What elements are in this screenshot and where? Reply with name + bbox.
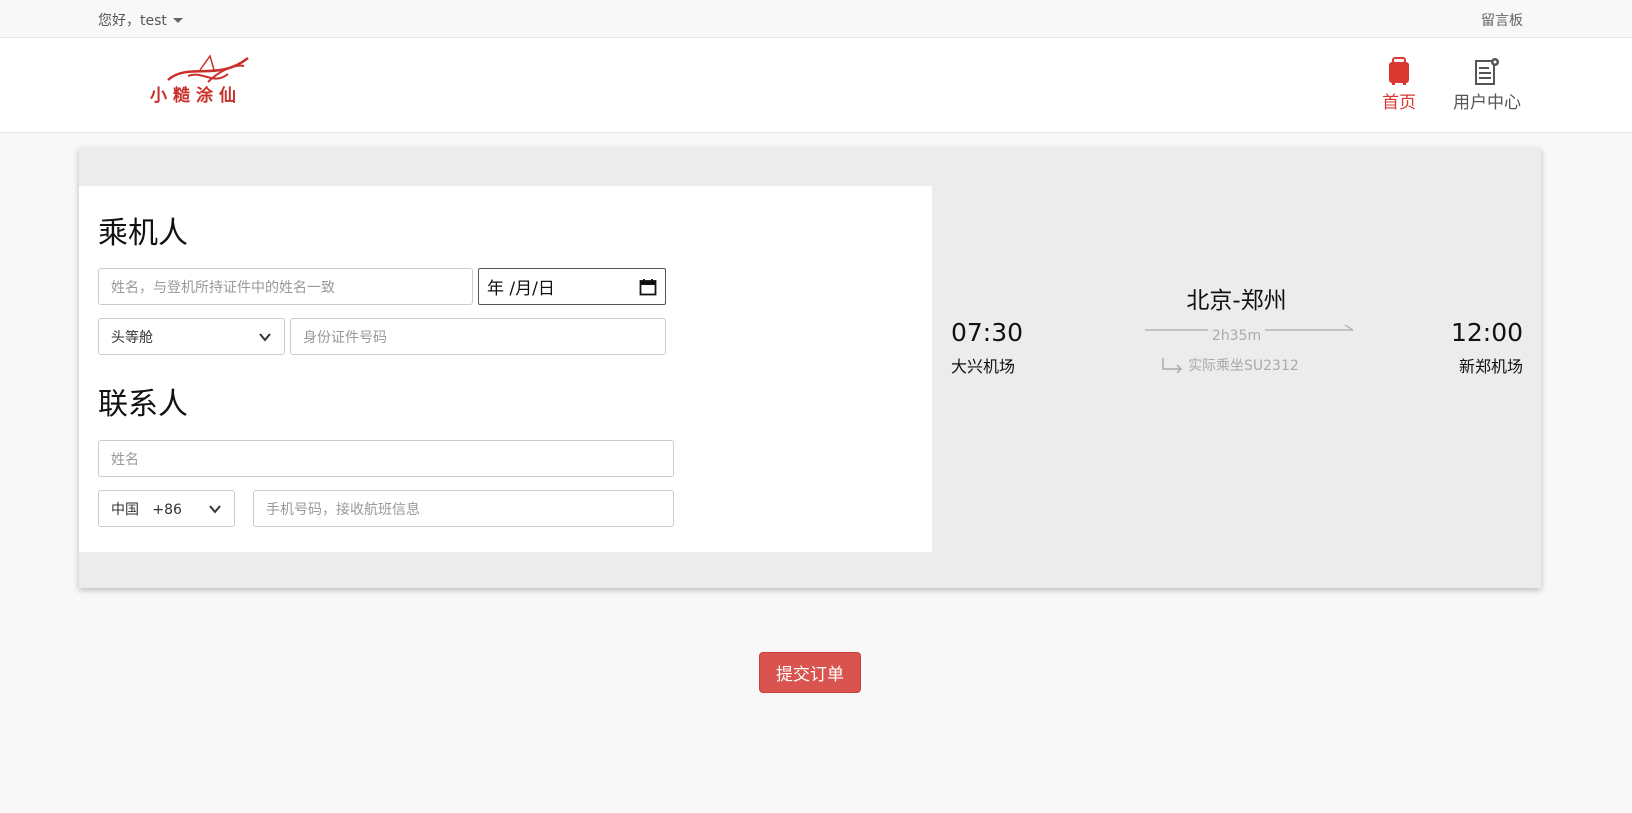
passenger-name-input[interactable]: 姓名，与登机所持证件中的姓名一致 — [98, 268, 473, 305]
phone-input[interactable]: 手机号码，接收航班信息 — [253, 490, 674, 527]
site-header: 小糙涂仙 首页 用户中心 — [0, 38, 1632, 133]
chevron-down-icon — [209, 504, 221, 514]
top-bar: 您好，test 留言板 — [0, 0, 1632, 38]
birth-date-value: 年 /月/日 — [487, 279, 555, 299]
booking-card: 乘机人 姓名，与登机所持证件中的姓名一致 年 /月/日 头等舱 身份证件号码 联… — [79, 148, 1541, 588]
country-code-value: 中国 +86 — [111, 501, 182, 518]
calendar-icon[interactable] — [639, 278, 657, 296]
suitcase-icon — [1389, 57, 1409, 85]
arrival-airport: 新郑机场 — [1458, 357, 1523, 376]
country-code-select[interactable]: 中国 +86 — [98, 490, 235, 527]
cabin-select[interactable]: 头等舱 — [98, 318, 285, 355]
nav-home[interactable]: 首页 — [1377, 56, 1421, 113]
user-center-icon — [1475, 58, 1499, 85]
submit-order-button[interactable]: 提交订单 — [759, 652, 861, 693]
flight-duration-wrap: 2h35m — [932, 328, 1541, 344]
nav-user-center-label: 用户中心 — [1453, 93, 1521, 113]
nav-home-label: 首页 — [1382, 93, 1416, 113]
cabin-value: 头等舱 — [111, 329, 153, 346]
operated-by-text: 实际乘坐SU2312 — [1188, 358, 1299, 374]
id-number-input[interactable]: 身份证件号码 — [290, 318, 666, 355]
message-board-link[interactable]: 留言板 — [1481, 10, 1523, 30]
flight-route: 北京-郑州 — [1186, 288, 1287, 314]
greeting-text: 您好，test — [98, 13, 167, 29]
birth-date-input[interactable]: 年 /月/日 — [478, 268, 666, 305]
caret-down-icon — [172, 17, 183, 23]
chevron-down-icon — [259, 332, 271, 342]
flight-duration: 2h35m — [1207, 328, 1266, 344]
operated-by: 实际乘坐SU2312 — [1160, 355, 1299, 375]
contact-name-input[interactable]: 姓名 — [98, 440, 674, 477]
return-arrow-icon — [1162, 358, 1183, 373]
departure-airport: 大兴机场 — [951, 357, 1016, 376]
logo-text: 小糙涂仙 — [150, 86, 242, 106]
passenger-title: 乘机人 — [98, 216, 188, 251]
form-panel: 乘机人 姓名，与登机所持证件中的姓名一致 年 /月/日 头等舱 身份证件号码 联… — [79, 186, 932, 552]
flight-summary: 北京-郑州 07:30 大兴机场 12:00 新郑机场 2h35m 实际乘坐SU… — [932, 148, 1541, 588]
user-menu[interactable]: 您好，test — [98, 10, 183, 30]
nav-user-center[interactable]: 用户中心 — [1450, 56, 1524, 113]
contact-title: 联系人 — [98, 387, 188, 422]
